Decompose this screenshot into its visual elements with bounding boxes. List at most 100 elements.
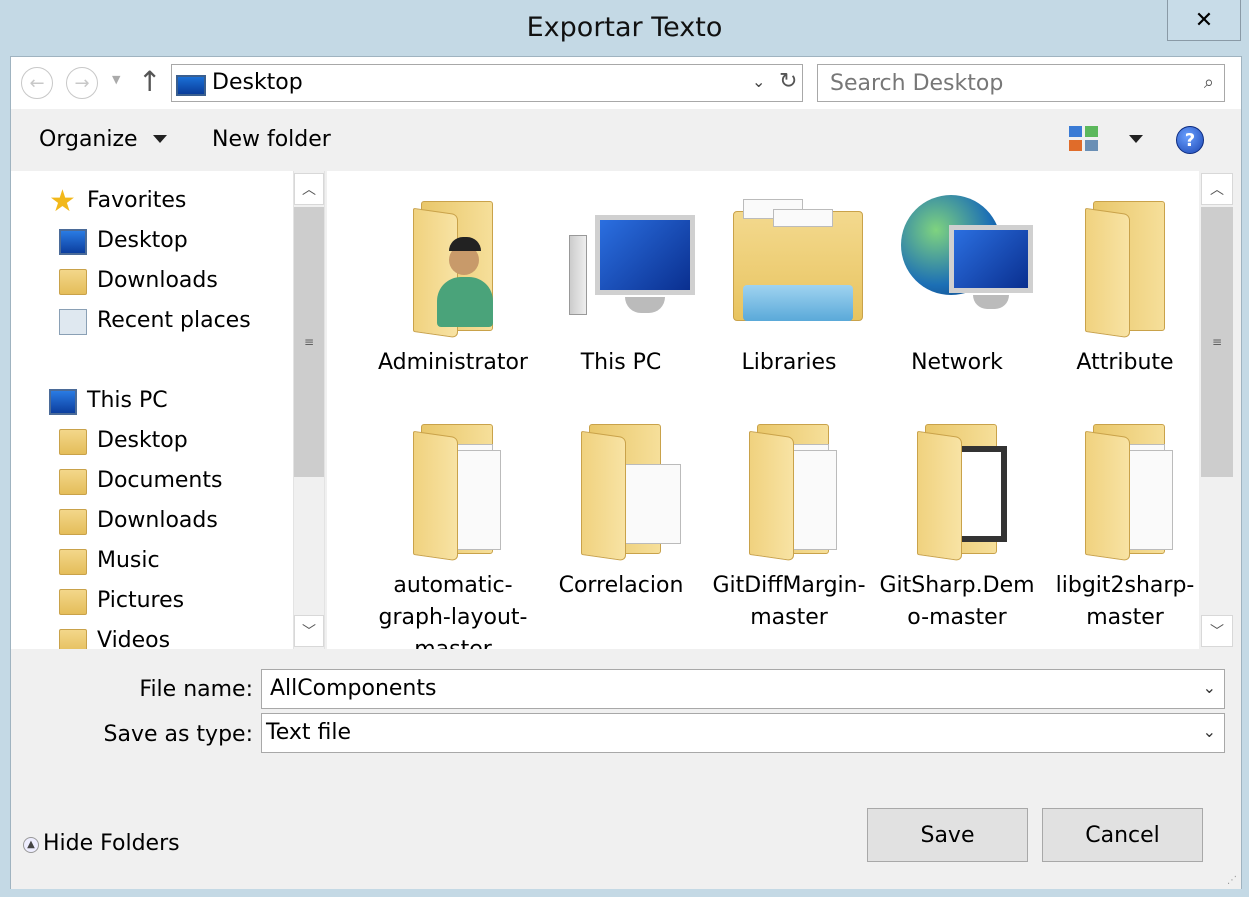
- address-bar: ← → ▼ ↑ Desktop ⌄ ↻ Search Desktop ⌕: [11, 57, 1241, 109]
- up-button[interactable]: ↑: [138, 65, 161, 98]
- music-folder-icon: [59, 549, 87, 575]
- new-folder-button[interactable]: New folder: [212, 127, 331, 152]
- file-list: Administrator This PC Libraries Network …: [327, 171, 1199, 649]
- view-dropdown-icon[interactable]: [1129, 135, 1143, 143]
- item-label: libgit2sharp-master: [1055, 573, 1195, 630]
- back-arrow-icon: ←: [29, 72, 45, 94]
- computer-icon: [565, 185, 695, 335]
- star-icon: ★: [49, 184, 76, 219]
- grip-icon: ≡: [303, 335, 315, 349]
- chevron-up-icon: ︿: [302, 182, 316, 198]
- desktop-icon: [176, 75, 206, 96]
- videos-folder-icon: [59, 629, 87, 649]
- nav-scrollbar[interactable]: ︿ ≡ ﹀: [293, 171, 325, 649]
- forward-button[interactable]: →: [66, 67, 98, 99]
- folder-icon: [1069, 408, 1181, 562]
- computer-icon: [49, 389, 77, 415]
- save-type-value: Text file: [266, 720, 351, 745]
- search-box[interactable]: Search Desktop ⌕: [817, 64, 1225, 102]
- nav-item-label: Videos: [97, 628, 171, 649]
- file-name-input[interactable]: AllComponents: [270, 676, 436, 701]
- chevron-up-icon: ︿: [1210, 182, 1224, 198]
- title-bar: Exportar Texto ✕: [0, 0, 1249, 56]
- downloads-folder-icon: [59, 269, 87, 295]
- item-label: Network: [911, 350, 1003, 375]
- scroll-down-button[interactable]: ﹀: [1201, 615, 1233, 647]
- command-bar: Organize New folder ?: [11, 109, 1241, 171]
- hide-folders-label: Hide Folders: [43, 831, 180, 856]
- path-text: Desktop: [212, 70, 303, 95]
- scroll-down-button[interactable]: ﹀: [294, 615, 324, 647]
- documents-folder-icon: [59, 469, 87, 495]
- refresh-icon[interactable]: ↻: [779, 69, 797, 94]
- nav-item-label: Music: [97, 548, 160, 573]
- forward-arrow-icon: →: [74, 72, 90, 94]
- downloads-folder-icon: [59, 509, 87, 535]
- chevron-up-icon: ▲: [23, 837, 39, 853]
- nav-item-label: Downloads: [97, 268, 218, 293]
- item-label: This PC: [580, 350, 662, 375]
- item-label: Attribute: [1076, 350, 1174, 375]
- grip-icon: ≡: [1211, 335, 1223, 349]
- item-label: Correlacion: [558, 573, 684, 598]
- up-arrow-icon: ↑: [138, 65, 162, 98]
- scroll-thumb[interactable]: ≡: [1201, 207, 1233, 477]
- nav-item-label: Pictures: [97, 588, 185, 613]
- file-list-scrollbar[interactable]: ︿ ≡ ﹀: [1199, 171, 1241, 649]
- item-label: automatic-graph-layout-master: [378, 573, 528, 649]
- folder-icon: [901, 408, 1013, 562]
- resize-grip-icon[interactable]: ⋰: [1227, 875, 1237, 886]
- chevron-down-icon[interactable]: ⌄: [1203, 722, 1216, 741]
- search-icon: ⌕: [1203, 72, 1214, 93]
- nav-item-label: Favorites: [87, 188, 187, 213]
- user-folder-icon: [397, 185, 509, 339]
- save-options: File name: AllComponents ⌄ Save as type:…: [11, 649, 1241, 889]
- nav-item-label: Documents: [97, 468, 223, 493]
- desktop-folder-icon: [59, 429, 87, 455]
- nav-item-label: This PC: [87, 388, 168, 413]
- file-name-field[interactable]: AllComponents ⌄: [261, 669, 1225, 709]
- chevron-down-icon: ﹀: [302, 624, 316, 640]
- close-icon: ✕: [1194, 7, 1214, 33]
- folder-icon: [397, 408, 509, 562]
- libraries-icon: [733, 185, 863, 335]
- nav-item-label: Desktop: [97, 428, 188, 453]
- desktop-icon: [59, 229, 87, 255]
- folder-icon: [733, 408, 845, 562]
- scroll-up-button[interactable]: ︿: [294, 173, 324, 205]
- nav-item-label: Downloads: [97, 508, 218, 533]
- navigation-pane: ★ Favorites Desktop Downloads Recent pla…: [11, 171, 293, 649]
- item-label: GitDiffMargin-master: [712, 573, 866, 630]
- organize-dropdown-icon[interactable]: [153, 135, 167, 143]
- file-name-label: File name:: [139, 677, 253, 702]
- folder-icon: [1069, 185, 1181, 339]
- pictures-folder-icon: [59, 589, 87, 615]
- help-icon[interactable]: ?: [1176, 126, 1204, 154]
- change-view-icon[interactable]: [1069, 126, 1101, 154]
- hide-folders-button[interactable]: ▲ Hide Folders: [23, 831, 180, 856]
- nav-item-label: Recent places: [97, 308, 251, 333]
- organize-button[interactable]: Organize: [39, 127, 138, 152]
- chevron-down-icon[interactable]: ⌄: [1203, 678, 1216, 697]
- scroll-up-button[interactable]: ︿: [1201, 173, 1233, 205]
- folder-icon: [565, 408, 681, 562]
- save-type-select[interactable]: Text file ⌄: [261, 713, 1225, 753]
- close-button[interactable]: ✕: [1167, 0, 1241, 41]
- network-icon: [901, 185, 1033, 335]
- search-input[interactable]: Search Desktop: [830, 71, 1003, 96]
- item-label: Libraries: [741, 350, 837, 375]
- path-box[interactable]: Desktop ⌄ ↻: [171, 64, 803, 102]
- window-title: Exportar Texto: [526, 12, 723, 43]
- cancel-button[interactable]: Cancel: [1042, 808, 1203, 862]
- back-button[interactable]: ←: [21, 67, 53, 99]
- nav-item-label: Desktop: [97, 228, 188, 253]
- recent-places-icon: [59, 309, 87, 335]
- item-label: GitSharp.Demo-master: [879, 573, 1035, 630]
- item-label: Administrator: [378, 350, 528, 375]
- recent-locations-dropdown[interactable]: ▼: [112, 73, 120, 86]
- chevron-down-icon[interactable]: ⌄: [752, 72, 765, 91]
- chevron-down-icon: ﹀: [1210, 624, 1224, 640]
- scroll-thumb[interactable]: ≡: [294, 207, 324, 477]
- save-button[interactable]: Save: [867, 808, 1028, 862]
- save-type-label: Save as type:: [103, 722, 254, 747]
